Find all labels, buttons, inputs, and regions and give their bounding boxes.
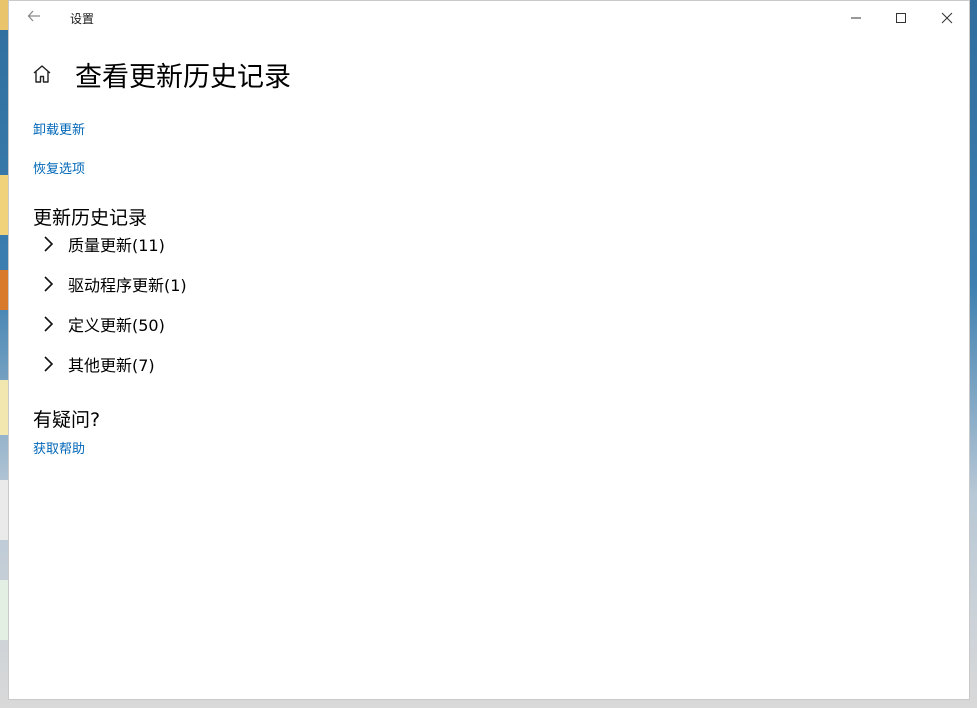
expander-label: 其他更新(7): [68, 356, 155, 375]
close-button[interactable]: [924, 1, 970, 35]
get-help-link[interactable]: 获取帮助: [33, 438, 85, 457]
settings-window: 设置 查看更新历史记录 卸载更新 恢复选项 更新历史记录 质量更新(11) 驱动…: [8, 0, 970, 700]
desktop-icon-fragment: [0, 270, 8, 310]
expander-quality-updates[interactable]: 质量更新(11): [41, 232, 165, 256]
desktop-icon-fragment: [0, 480, 8, 540]
minimize-button[interactable]: [833, 1, 879, 35]
home-button[interactable]: [31, 63, 55, 87]
chevron-right-icon: [44, 236, 54, 252]
app-title: 设置: [70, 12, 95, 26]
expander-label: 质量更新(11): [68, 236, 165, 255]
minimize-icon: [851, 17, 861, 19]
home-icon: [33, 65, 51, 83]
title-bar: 设置: [9, 1, 969, 35]
expander-label: 驱动程序更新(1): [68, 276, 187, 295]
desktop-icon-fragment: [0, 0, 8, 30]
desktop-icon-fragment: [0, 580, 8, 640]
questions-heading: 有疑问?: [33, 409, 101, 431]
maximize-button[interactable]: [878, 1, 924, 35]
chevron-right-icon: [44, 276, 54, 292]
close-icon: [941, 12, 953, 24]
expander-label: 定义更新(50): [68, 316, 165, 335]
back-button[interactable]: [23, 7, 45, 29]
chevron-right-icon: [44, 356, 54, 372]
chevron-right-icon: [44, 316, 54, 332]
desktop-icon-fragment: [0, 380, 8, 435]
recovery-options-link[interactable]: 恢复选项: [33, 158, 85, 177]
uninstall-updates-link[interactable]: 卸载更新: [33, 119, 85, 138]
expander-driver-updates[interactable]: 驱动程序更新(1): [41, 272, 187, 296]
expander-definition-updates[interactable]: 定义更新(50): [41, 312, 165, 336]
arrow-left-icon: [27, 10, 40, 22]
update-history-heading: 更新历史记录: [33, 207, 148, 229]
maximize-icon: [896, 13, 906, 23]
expander-other-updates[interactable]: 其他更新(7): [41, 352, 155, 376]
page-title: 查看更新历史记录: [75, 62, 291, 93]
desktop-icon-fragment: [0, 175, 8, 235]
